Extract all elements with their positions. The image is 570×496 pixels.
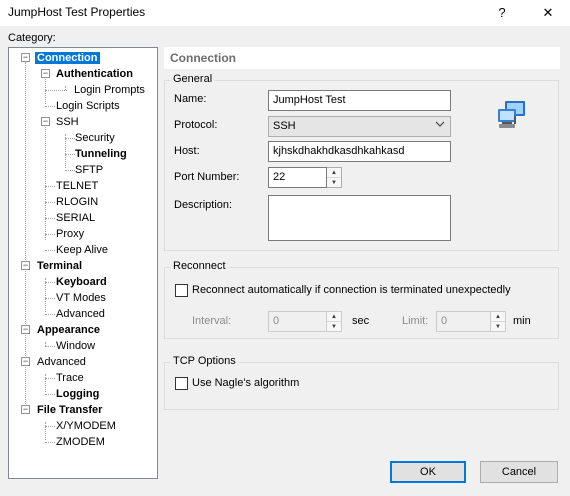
spin-down-icon[interactable]: ▼	[327, 178, 341, 188]
tree-item-login-scripts[interactable]: Login Scripts	[54, 99, 122, 113]
host-label: Host:	[174, 145, 200, 157]
close-button[interactable]: ✕	[526, 0, 570, 26]
port-spinner[interactable]: ▲ ▼	[327, 167, 342, 188]
help-button[interactable]: ?	[480, 0, 524, 26]
interval-spinner[interactable]: ▲ ▼	[327, 311, 342, 332]
general-group-label: General	[170, 73, 216, 85]
dialog-client: Category: − − − − − − − Connection Authe…	[0, 26, 570, 496]
name-label: Name:	[174, 93, 207, 105]
interval-input[interactable]: 0	[268, 311, 327, 332]
computer-network-icon	[498, 101, 525, 128]
limit-input[interactable]: 0	[436, 311, 491, 332]
tree-item-keep-alive[interactable]: Keep Alive	[54, 243, 110, 257]
collapse-authentication-icon[interactable]: −	[41, 69, 50, 78]
collapse-terminal-icon[interactable]: −	[21, 261, 30, 270]
description-label: Description:	[174, 199, 233, 211]
protocol-label: Protocol:	[174, 119, 218, 131]
tree-item-login-prompts[interactable]: Login Prompts	[72, 83, 147, 97]
title-bar: JumpHost Test Properties ? ✕	[0, 0, 570, 26]
ok-button[interactable]: OK	[390, 461, 466, 483]
tree-item-security[interactable]: Security	[73, 131, 117, 145]
reconnect-checkbox[interactable]	[175, 284, 188, 297]
description-input[interactable]	[268, 195, 451, 241]
interval-label: Interval:	[192, 315, 232, 327]
panel-header: Connection	[164, 47, 560, 69]
tree-item-file-transfer[interactable]: File Transfer	[35, 403, 104, 417]
tree-item-zmodem[interactable]: ZMODEM	[54, 435, 107, 449]
tree-item-connection[interactable]: Connection	[35, 51, 100, 65]
tree-item-tunneling[interactable]: Tunneling	[73, 147, 129, 161]
reconnect-group-label: Reconnect	[170, 260, 229, 272]
category-label: Category:	[8, 32, 56, 44]
tree-item-terminal[interactable]: Terminal	[35, 259, 84, 273]
limit-spinner[interactable]: ▲ ▼	[491, 311, 506, 332]
window-title: JumpHost Test Properties	[8, 5, 146, 19]
host-input[interactable]: kjhskdhakhdkasdhkahkasd	[268, 141, 451, 162]
spin-down-icon[interactable]: ▼	[327, 322, 341, 332]
tcp-options-group-label: TCP Options	[170, 355, 239, 367]
spin-up-icon[interactable]: ▲	[327, 312, 341, 322]
tree-item-authentication[interactable]: Authentication	[54, 67, 135, 81]
tree-item-ssh[interactable]: SSH	[54, 115, 81, 129]
tree-item-keyboard[interactable]: Keyboard	[54, 275, 109, 289]
tree-item-appearance[interactable]: Appearance	[35, 323, 102, 337]
collapse-advanced-icon[interactable]: −	[21, 357, 30, 366]
tree-item-telnet[interactable]: TELNET	[54, 179, 100, 193]
tree-item-serial[interactable]: SERIAL	[54, 211, 97, 225]
limit-label: Limit:	[402, 315, 429, 327]
tree-item-vt-modes[interactable]: VT Modes	[54, 291, 108, 305]
spin-up-icon[interactable]: ▲	[491, 312, 505, 322]
limit-unit: min	[513, 315, 531, 327]
category-tree[interactable]: − − − − − − − Connection Authentication …	[8, 47, 158, 479]
nagle-checkbox-label[interactable]: Use Nagle's algorithm	[192, 377, 299, 389]
tree-item-sftp[interactable]: SFTP	[73, 163, 105, 177]
spin-up-icon[interactable]: ▲	[327, 168, 341, 178]
chevron-down-icon	[435, 119, 445, 134]
tree-item-logging[interactable]: Logging	[54, 387, 101, 401]
nagle-checkbox[interactable]	[175, 377, 188, 390]
tree-item-proxy[interactable]: Proxy	[54, 227, 86, 241]
tree-item-window[interactable]: Window	[54, 339, 97, 353]
collapse-ssh-icon[interactable]: −	[41, 117, 50, 126]
tree-item-xymodem[interactable]: X/YMODEM	[54, 419, 118, 433]
tree-item-terminal-advanced[interactable]: Advanced	[54, 307, 107, 321]
protocol-select-value: SSH	[273, 120, 296, 132]
tree-item-rlogin[interactable]: RLOGIN	[54, 195, 100, 209]
cancel-button[interactable]: Cancel	[480, 461, 558, 483]
collapse-file-transfer-icon[interactable]: −	[21, 405, 30, 414]
reconnect-checkbox-label[interactable]: Reconnect automatically if connection is…	[192, 284, 511, 296]
port-label: Port Number:	[174, 171, 240, 183]
port-input[interactable]: 22	[268, 167, 327, 188]
interval-unit: sec	[352, 315, 370, 327]
spin-down-icon[interactable]: ▼	[491, 322, 505, 332]
tree-item-advanced[interactable]: Advanced	[35, 355, 88, 369]
collapse-appearance-icon[interactable]: −	[21, 325, 30, 334]
tree-item-trace[interactable]: Trace	[54, 371, 86, 385]
name-input[interactable]: JumpHost Test	[268, 90, 451, 111]
protocol-select[interactable]: SSH	[268, 116, 451, 137]
collapse-connection-icon[interactable]: −	[21, 53, 30, 62]
